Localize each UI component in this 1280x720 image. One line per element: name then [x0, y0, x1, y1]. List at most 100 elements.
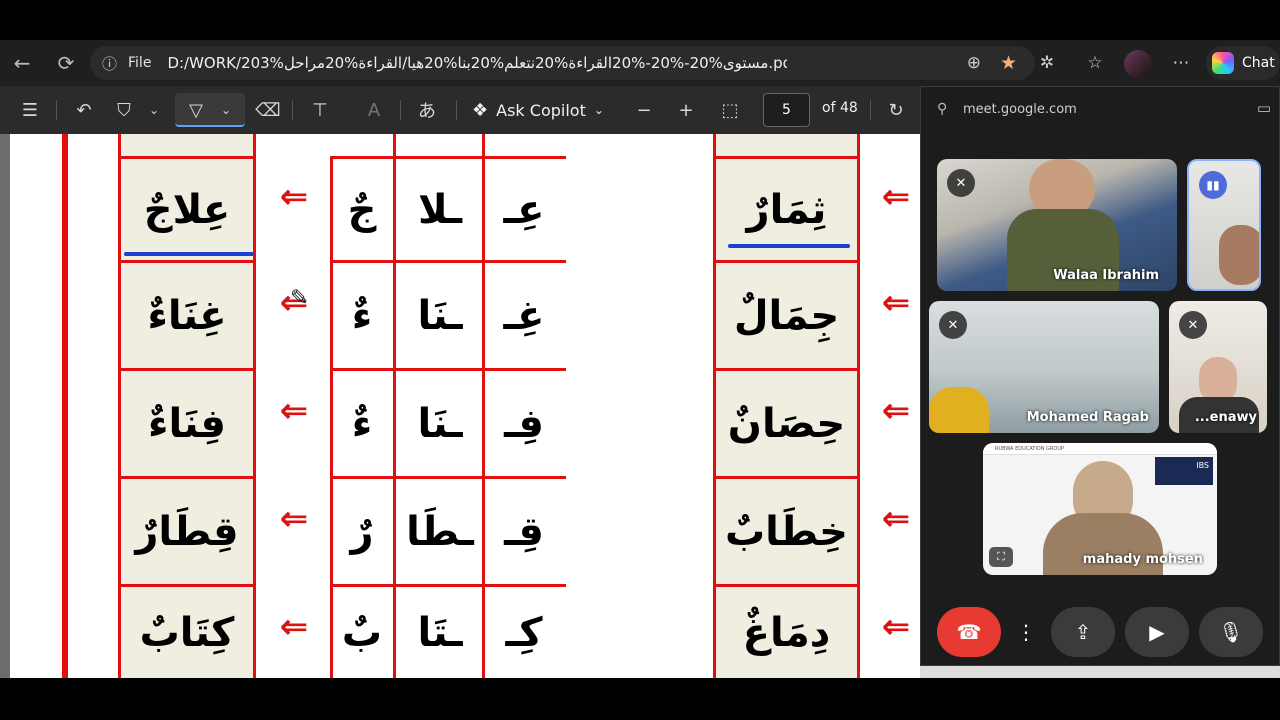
camera-button[interactable]: ▶ — [1125, 607, 1189, 657]
extension-icon[interactable]: ✲ — [1032, 48, 1062, 78]
syllable: عِـ — [503, 186, 545, 233]
participant-tile[interactable]: ✕ ...enawy — [1169, 301, 1267, 433]
present-button[interactable]: ⇪ — [1051, 607, 1115, 657]
mic-off-icon: ✕ — [939, 311, 967, 339]
meet-header: ⚲ meet.google.com ▭ — [921, 87, 1280, 133]
draw-icon[interactable]: ▽ — [182, 96, 210, 124]
syllable: ـنَا — [417, 292, 463, 339]
end-call-button[interactable]: ☎ — [937, 607, 1001, 657]
separator — [400, 100, 401, 120]
info-icon[interactable]: ⓘ — [102, 53, 124, 74]
camera-icon: ▶ — [1149, 620, 1165, 644]
word-cell: جِمَالٌ — [716, 263, 857, 368]
zoom-out-button[interactable]: − — [630, 96, 658, 124]
red-rule — [857, 134, 860, 678]
copilot-logo-icon — [1212, 52, 1234, 74]
arrow-icon: ⇐ — [881, 283, 911, 323]
eraser-icon[interactable]: ⌫ — [254, 96, 282, 124]
arrow-icon: ⇐ — [881, 177, 911, 217]
more-options-button[interactable]: ⋮ — [1011, 607, 1041, 657]
separator — [870, 100, 871, 120]
translate-icon[interactable]: あ — [412, 96, 442, 124]
reload-icon[interactable]: ⟳ — [50, 47, 82, 79]
letterbox-bottom — [0, 678, 1280, 720]
participant-tile[interactable]: ✕ Mohamed Ragab — [929, 301, 1159, 433]
chat-button[interactable]: Chat — [1206, 46, 1280, 80]
separator — [456, 100, 457, 120]
favorites-icon[interactable]: ☆ — [1080, 48, 1110, 78]
arrow-icon: ⇐ — [279, 177, 309, 217]
back-icon[interactable]: ← — [6, 47, 38, 79]
chevron-down-icon: ⌄ — [593, 103, 604, 117]
page-gutter — [0, 134, 10, 678]
mic-button[interactable]: 🎙 — [1199, 607, 1263, 657]
url-text[interactable]: D:/WORK/203%مستوى%20-%20-%20القراءة%20نت… — [167, 54, 787, 72]
address-bar[interactable]: ⓘ File D:/WORK/203%مستوى%20-%20-%20القرا… — [90, 46, 1035, 80]
zoom-in-button[interactable]: + — [672, 96, 700, 124]
meet-domain: meet.google.com — [963, 102, 1077, 117]
meet-pip-window[interactable]: ⚲ meet.google.com ▭ ✕ Walaa Ibrahim ▮▮ ✕… — [920, 86, 1280, 666]
more-vert-icon: ⋮ — [1016, 620, 1036, 644]
separator — [292, 100, 293, 120]
participant-name: Mohamed Ragab — [1026, 410, 1149, 425]
word-cell-partial — [716, 134, 857, 156]
red-rule — [62, 134, 68, 678]
word-cell: غِنَاءٌ — [121, 263, 253, 368]
participant-name: mahady mohsen — [1082, 552, 1203, 567]
syllable: غِـ — [503, 292, 545, 339]
participant-tile[interactable]: RUBWA EDUCATION GROUP IBS ⛶ mahady mohse… — [983, 443, 1217, 575]
read-aloud-icon[interactable]: A — [360, 96, 388, 124]
more-icon[interactable]: ⋯ — [1166, 48, 1196, 78]
word-cell: دِمَاغٌ — [716, 587, 857, 678]
blue-ink-underline — [728, 244, 850, 248]
word-cell: قِطَارٌ — [121, 479, 253, 584]
fit-page-icon[interactable]: ⬚ — [716, 96, 744, 124]
mic-off-icon: ✕ — [1179, 311, 1207, 339]
word-cell: خِطَابٌ — [716, 479, 857, 584]
arrow-icon: ⇐ — [279, 607, 309, 647]
arrow-icon: ⇐ — [881, 607, 911, 647]
ask-copilot-button[interactable]: ❖ Ask Copilot ⌄ — [472, 96, 604, 124]
highlight-dropdown-chevron-down-icon[interactable]: ⌄ — [144, 96, 164, 124]
word-cell: فِنَاءٌ — [121, 371, 253, 476]
participant-video — [929, 387, 989, 433]
syllable: ـنَا — [417, 400, 463, 447]
avatar[interactable] — [1124, 50, 1152, 78]
participant-video — [1219, 225, 1259, 285]
url-scheme: File — [128, 55, 152, 71]
syllable: رٌ — [350, 508, 374, 555]
tune-icon[interactable]: ⚲ — [937, 101, 947, 117]
screen: ← ⟳ ⓘ File D:/WORK/203%مستوى%20-%20-%20ا… — [0, 0, 1280, 720]
pip-expand-icon[interactable]: ⛶ — [989, 547, 1013, 567]
page-number-input[interactable]: 5 — [763, 93, 810, 127]
pdf-page[interactable]: عِلاجٌ ⇐ جٌ ـلا عِـ ثِمَارٌ ⇐ غِنَاءٌ ⇐ … — [0, 134, 920, 678]
draw-dropdown-chevron-down-icon[interactable]: ⌄ — [216, 96, 236, 124]
syllable: جٌ — [347, 186, 377, 233]
arrow-icon: ⇐ — [279, 391, 309, 431]
contents-icon[interactable]: ☰ — [16, 96, 44, 124]
highlight-icon[interactable]: ⛉ — [110, 96, 138, 124]
participant-tile[interactable]: ✕ Walaa Ibrahim — [937, 159, 1177, 291]
back-to-tab-icon[interactable]: ▭ — [1257, 99, 1271, 117]
syllable: ـتَا — [417, 609, 463, 656]
word-cell: عِلاجٌ — [121, 159, 253, 260]
red-rule — [253, 134, 256, 678]
chat-label: Chat — [1242, 55, 1275, 71]
separator — [56, 100, 57, 120]
textbox-icon[interactable]: ⊤ — [306, 96, 334, 124]
undo-icon[interactable]: ↶ — [70, 96, 98, 124]
ibs-badge: IBS — [1155, 457, 1213, 485]
participant-name: ...enawy — [1194, 410, 1257, 425]
participant-tile-self[interactable]: ▮▮ — [1187, 159, 1261, 291]
rotate-icon[interactable]: ↻ — [882, 96, 910, 124]
mic-icon: 🎙 — [1218, 620, 1244, 644]
star-icon[interactable]: ★ — [1000, 52, 1017, 74]
syllable: ـلا — [417, 186, 463, 233]
copilot-icon: ❖ — [472, 99, 489, 121]
arrow-icon: ⇐ — [881, 499, 911, 539]
arrow-icon: ⇐ — [881, 391, 911, 431]
syllable: فِـ — [504, 400, 544, 447]
present-icon: ⇪ — [1074, 620, 1092, 644]
zoom-icon[interactable]: ⊕ — [967, 53, 981, 73]
pencil-cursor-icon: ✎ — [290, 286, 309, 311]
